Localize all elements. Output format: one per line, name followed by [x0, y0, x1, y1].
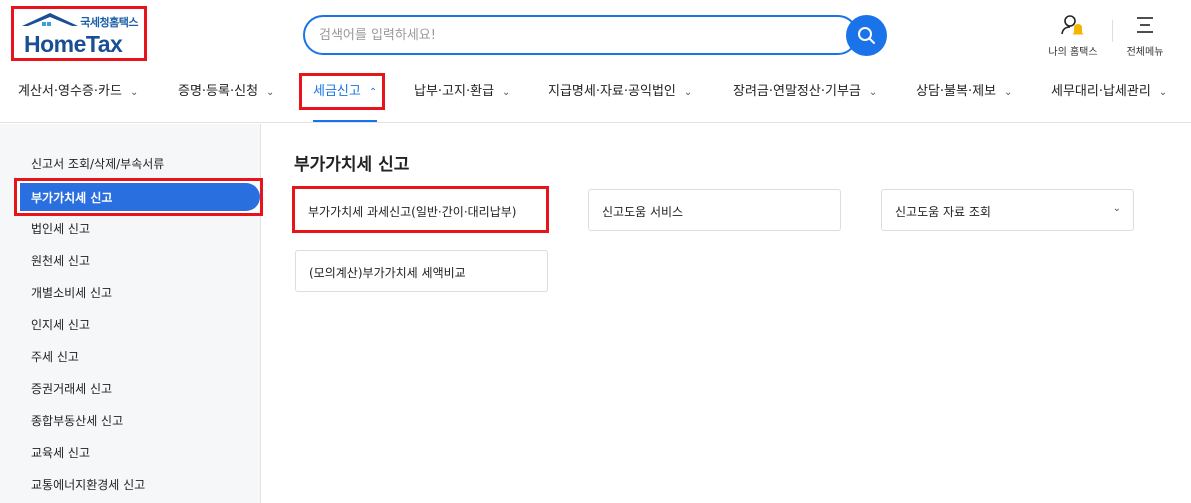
sidebar-item-vat[interactable]: 부가가치세 신고: [14, 178, 263, 216]
all-menu-button[interactable]: 전체메뉴: [1115, 14, 1175, 58]
chevron-down-icon: ⌄: [502, 87, 511, 98]
card-filing-help-service[interactable]: 신고도움 서비스: [588, 189, 841, 231]
gnb-label: 계산서·영수증·카드: [18, 84, 122, 99]
gnb-item-tax-filing[interactable]: 세금신고 ⌃: [313, 80, 377, 99]
sidebar-item-excise-tax[interactable]: 개별소비세 신고: [31, 284, 112, 301]
my-hometax-label: 나의 홈택스: [1048, 47, 1098, 58]
chevron-down-icon: ⌄: [868, 87, 878, 98]
gnb-item-payment[interactable]: 납부·고지·환급 ⌄: [414, 80, 510, 99]
gnb-label: 지급명세·자료·공익법인: [548, 84, 676, 99]
gnb-item-incentive[interactable]: 장려금·연말정산·기부금 ⌄: [733, 80, 877, 99]
gnb-item-certificate[interactable]: 증명·등록·신청 ⌄: [178, 80, 274, 99]
card-simulated-vat[interactable]: (모의계산)부가가치세 세액비교: [295, 250, 548, 292]
search-bar: [303, 15, 858, 55]
sidebar-item-property-tax[interactable]: 종합부동산세 신고: [31, 412, 123, 429]
sidebar-item-stamp-tax[interactable]: 인지세 신고: [31, 316, 90, 333]
chevron-down-icon: ⌄: [683, 87, 693, 98]
gnb-label: 납부·고지·환급: [414, 84, 495, 99]
hometax-logo[interactable]: 국세청홈택스 HomeTax: [11, 6, 147, 61]
sidebar-item-corporate-tax[interactable]: 법인세 신고: [31, 220, 90, 237]
chevron-up-icon: ⌃: [368, 87, 378, 98]
gnb-item-statement[interactable]: 지급명세·자료·공익법인 ⌄: [548, 80, 692, 99]
sidebar-item-securities-tax[interactable]: 증권거래세 신고: [31, 380, 112, 397]
sidebar: 신고서 조회/삭제/부속서류 부가가치세 신고 법인세 신고 원천세 신고 개별…: [0, 124, 263, 503]
all-menu-label: 전체메뉴: [1126, 47, 1164, 58]
logo-title: HomeTax: [24, 31, 123, 57]
card-vat-filing[interactable]: 부가가치세 과세신고(일반·간이·대리납부): [292, 186, 549, 233]
chevron-down-icon: ⌄: [1004, 87, 1013, 98]
user-bell-icon: [1061, 15, 1083, 35]
gnb-active-underline: [313, 120, 377, 122]
sidebar-item-withholding-tax[interactable]: 원천세 신고: [31, 252, 90, 269]
sidebar-item-education-tax[interactable]: 교육세 신고: [31, 444, 90, 461]
search-icon: [858, 27, 875, 44]
card-filing-help-data[interactable]: 신고도움 자료 조회 ⌄: [881, 189, 1134, 231]
card-label: 신고도움 자료 조회: [895, 205, 991, 219]
card-label: 신고도움 서비스: [602, 205, 684, 219]
chevron-down-icon: ⌄: [129, 87, 139, 98]
hamburger-icon: [1137, 17, 1153, 33]
chevron-down-icon: ⌄: [1158, 87, 1168, 98]
sidebar-item-liquor-tax[interactable]: 주세 신고: [31, 348, 79, 365]
sidebar-item-inquiry[interactable]: 신고서 조회/삭제/부속서류: [31, 155, 164, 172]
search-input[interactable]: [319, 25, 819, 45]
gnb-label: 장려금·연말정산·기부금: [733, 84, 861, 99]
global-navigation: 계산서·영수증·카드 ⌄ 증명·등록·신청 ⌄ 세금신고 ⌃ 납부·고지·환급 ⌄ 지급…: [0, 62, 1191, 123]
my-hometax-button[interactable]: 나의 홈택스: [1043, 14, 1103, 58]
gnb-item-invoice[interactable]: 계산서·영수증·카드 ⌄: [18, 80, 138, 99]
gnb-label: 세금신고: [313, 84, 361, 99]
card-label: 부가가치세 과세신고(일반·간이·대리납부): [308, 205, 517, 219]
gnb-label: 상담·불복·제보: [916, 84, 997, 99]
header: 국세청홈택스 HomeTax 나의 홈택스 전체메뉴: [0, 0, 1191, 62]
page-title: 부가가치세 신고: [294, 155, 410, 175]
gnb-item-consult[interactable]: 상담·불복·제보 ⌄: [916, 80, 1012, 99]
search-button[interactable]: [846, 15, 887, 56]
gnb-label: 증명·등록·신청: [178, 84, 259, 99]
sidebar-item-energy-tax[interactable]: 교통에너지환경세 신고: [31, 476, 145, 493]
logo-subtitle: 국세청홈택스: [80, 16, 138, 29]
card-label: (모의계산)부가가치세 세액비교: [309, 266, 466, 280]
chevron-down-icon: ⌄: [1112, 203, 1121, 214]
gnb-item-agent[interactable]: 세무대리·납세관리 ⌄: [1051, 80, 1167, 99]
chevron-down-icon: ⌄: [266, 87, 275, 98]
sidebar-item-label: 부가가치세 신고: [31, 191, 113, 205]
utility-divider: [1112, 20, 1113, 42]
gnb-label: 세무대리·납세관리: [1051, 84, 1151, 99]
